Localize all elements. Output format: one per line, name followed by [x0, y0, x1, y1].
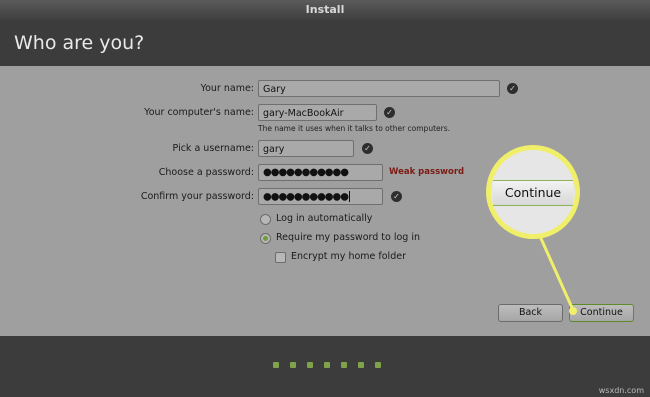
computer-name-label: Your computer's name:: [144, 107, 254, 118]
confirm-password-input[interactable]: ●●●●●●●●●●●: [258, 188, 383, 205]
page-header: Who are you?: [0, 20, 650, 66]
progress-step: [273, 362, 279, 368]
name-input[interactable]: Gary: [258, 80, 500, 97]
password-label: Choose a password:: [158, 167, 254, 178]
text-caret: [348, 191, 350, 202]
computer-name-hint: The name it uses when it talks to other …: [258, 124, 451, 133]
name-check-icon: ✓: [507, 83, 518, 94]
require-password-radio[interactable]: [260, 233, 271, 244]
username-check-icon: ✓: [362, 143, 373, 154]
page-title: Who are you?: [14, 32, 145, 54]
password-strength: Weak password: [389, 167, 465, 177]
login-automatically-label: Log in automatically: [276, 213, 373, 224]
progress-step: [341, 362, 347, 368]
require-password-label: Require my password to log in: [276, 232, 421, 243]
continue-button[interactable]: Continue: [569, 304, 634, 322]
zoomed-continue-button: Continue: [493, 180, 573, 206]
password-input[interactable]: ●●●●●●●●●●●: [258, 164, 383, 181]
confirm-password-label: Confirm your password:: [140, 191, 254, 202]
watermark: wsxdn.com: [598, 386, 644, 395]
progress-step: [358, 362, 364, 368]
progress-step: [324, 362, 330, 368]
window-title: Install: [305, 3, 345, 16]
progress-step: [375, 362, 381, 368]
computer-name-input[interactable]: gary-MacBookAir: [258, 104, 377, 121]
encrypt-home-label: Encrypt my home folder: [291, 251, 406, 262]
progress-step: [307, 362, 313, 368]
back-button[interactable]: Back: [498, 304, 563, 322]
window-titlebar: Install: [0, 0, 650, 20]
username-label: Pick a username:: [172, 143, 254, 154]
confirm-check-icon: ✓: [391, 191, 402, 202]
username-input[interactable]: gary: [258, 140, 354, 157]
login-automatically-radio[interactable]: [260, 214, 271, 225]
zoom-callout: Continue: [486, 145, 580, 239]
name-label: Your name:: [200, 83, 254, 94]
progress-step: [290, 362, 296, 368]
progress-footer: wsxdn.com: [0, 336, 650, 397]
encrypt-home-checkbox[interactable]: [275, 252, 286, 263]
computer-name-check-icon: ✓: [384, 107, 395, 118]
confirm-password-value: ●●●●●●●●●●●: [263, 191, 349, 203]
